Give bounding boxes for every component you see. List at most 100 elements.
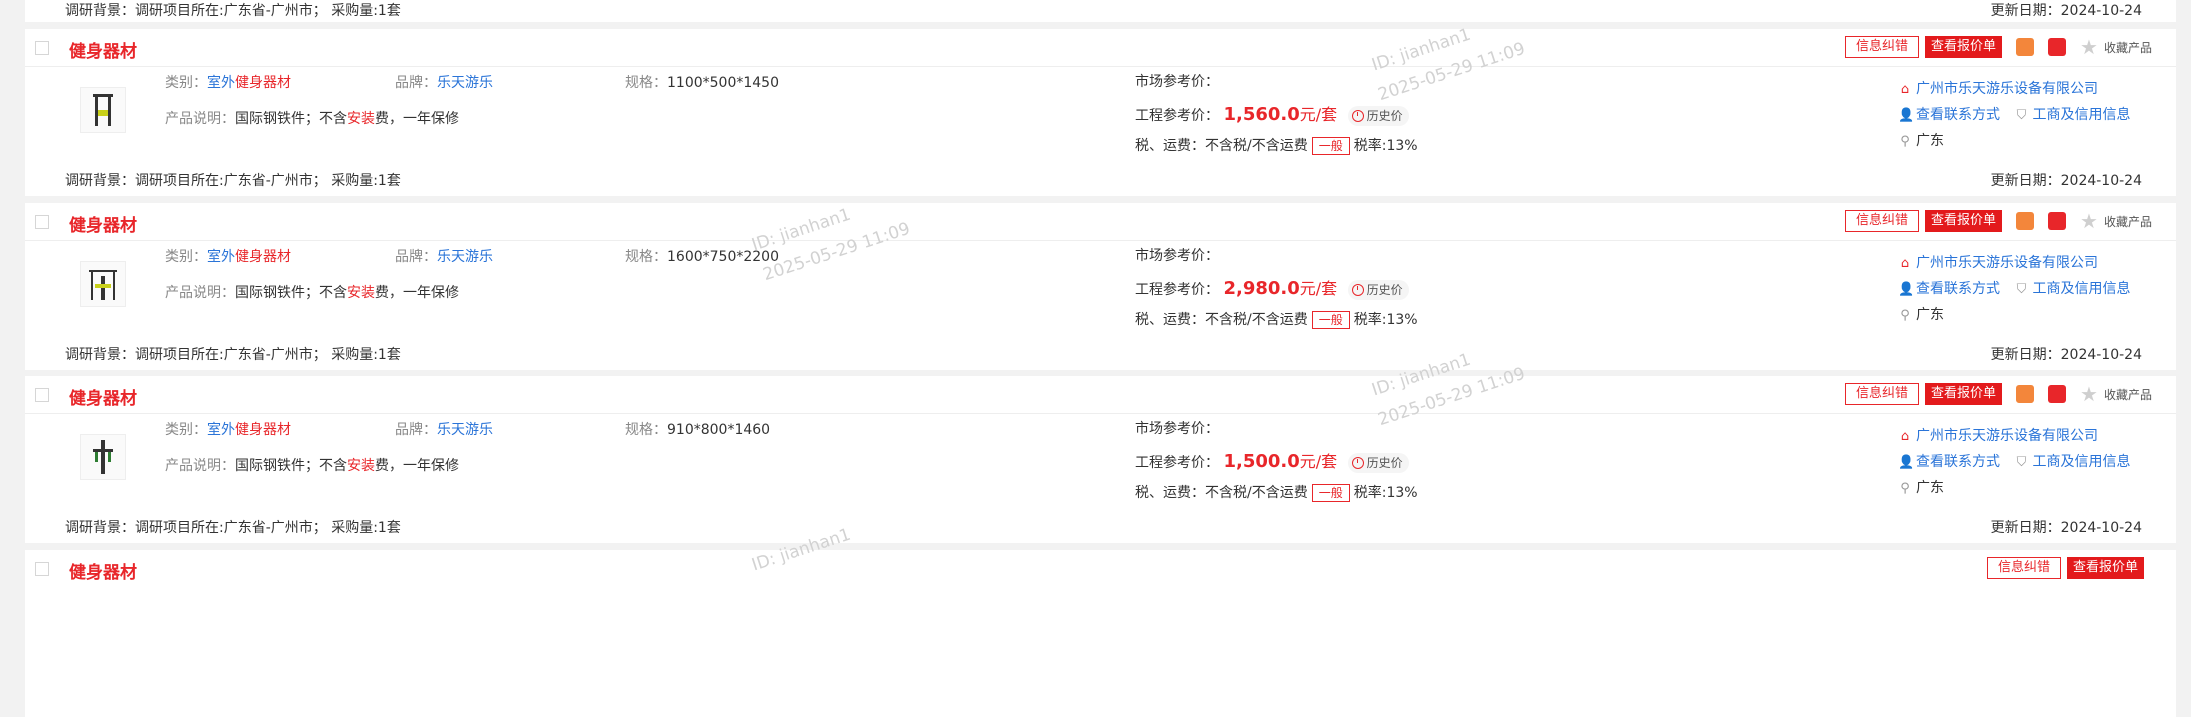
- select-checkbox[interactable]: [35, 388, 49, 402]
- description-field: 产品说明：国际钢铁件；不含安装费，一年保修: [165, 111, 459, 127]
- view-contact-link[interactable]: 查看联系方式: [1916, 281, 2000, 297]
- history-price-button[interactable]: 历史价: [1347, 280, 1409, 300]
- contact-row: 👤 查看联系方式 ⛉ 工商及信用信息: [1898, 104, 2130, 124]
- supplier-name[interactable]: ⌂ 广州市乐天游乐设备有限公司: [1898, 78, 2098, 98]
- card-actions: 信息纠错 查看报价单: [1986, 556, 2152, 580]
- update-date: 更新日期：2024-10-24: [1990, 3, 2142, 19]
- info-correction-button[interactable]: 信息纠错: [1845, 36, 1920, 58]
- star-icon[interactable]: ★: [2080, 384, 2098, 404]
- level-badge: 一般: [1311, 137, 1350, 155]
- history-price-button[interactable]: 历史价: [1347, 453, 1409, 473]
- view-contact-link[interactable]: 查看联系方式: [1916, 107, 2000, 123]
- location-pin-icon: ⚲: [1900, 308, 1910, 323]
- product-thumbnail[interactable]: [80, 261, 126, 307]
- market-ref-price: 市场参考价：: [1135, 421, 1219, 437]
- update-date: 更新日期：2024-10-24: [1990, 520, 2142, 536]
- select-checkbox[interactable]: [35, 562, 49, 576]
- card-header: 健身器材 信息纠错 查看报价单 ★ 收藏产品: [25, 376, 2176, 414]
- brand-field: 品牌：乐天游乐: [395, 422, 493, 438]
- supplier-name[interactable]: ⌂ 广州市乐天游乐设备有限公司: [1898, 252, 2098, 272]
- market-ref-price: 市场参考价：: [1135, 74, 1219, 90]
- card-header: 健身器材 信息纠错 查看报价单 ★ 收藏产品: [25, 203, 2176, 241]
- credit-info-link[interactable]: 工商及信用信息: [2032, 107, 2130, 123]
- favorite-product-label[interactable]: 收藏产品: [2104, 39, 2152, 56]
- result-card-partial-top: 调研背景：调研项目所在:广东省-广州市； 采购量:1套 更新日期：2024-10…: [25, 0, 2176, 22]
- category-field: 类别：室外健身器材: [165, 75, 291, 91]
- level-badge: 一般: [1311, 484, 1350, 502]
- tax-field: 税、运费：不含税/不含运费 一般 税率:13%: [1135, 484, 1418, 502]
- star-icon[interactable]: ★: [2080, 37, 2098, 57]
- shield-icon: ⛉: [2016, 282, 2027, 297]
- brand-field: 品牌：乐天游乐: [395, 249, 493, 265]
- product-title[interactable]: 健身器材: [69, 211, 137, 236]
- shield-icon: ⛉: [2016, 455, 2027, 470]
- star-icon[interactable]: ★: [2080, 211, 2098, 231]
- research-background: 调研背景：调研项目所在:广东省-广州市； 采购量:1套: [65, 520, 401, 536]
- contact-row: 👤 查看联系方式 ⛉ 工商及信用信息: [1898, 278, 2130, 298]
- select-checkbox[interactable]: [35, 215, 49, 229]
- clock-icon: [1351, 110, 1364, 122]
- location-pin-icon: ⚲: [1900, 134, 1910, 149]
- region-field: ⚲ 广东: [1898, 477, 1944, 497]
- region-field: ⚲ 广东: [1898, 304, 1944, 324]
- credit-info-link[interactable]: 工商及信用信息: [2032, 454, 2130, 470]
- view-quote-button[interactable]: 查看报价单: [1925, 210, 2003, 232]
- brand-field: 品牌：乐天游乐: [395, 75, 493, 91]
- contact-row: 👤 查看联系方式 ⛉ 工商及信用信息: [1898, 451, 2130, 471]
- description-field: 产品说明：国际钢铁件；不含安装费，一年保修: [165, 458, 459, 474]
- region-field: ⚲ 广东: [1898, 130, 1944, 150]
- credit-info-link[interactable]: 工商及信用信息: [2032, 281, 2130, 297]
- result-card: 健身器材 信息纠错 查看报价单 ★ 收藏产品 类别：室外健身器材 品牌：乐天游乐…: [25, 376, 2176, 543]
- research-background: 调研背景：调研项目所在:广东省-广州市； 采购量:1套: [65, 347, 401, 363]
- tax-field: 税、运费：不含税/不含运费 一般 税率:13%: [1135, 137, 1418, 155]
- supplier-name[interactable]: ⌂ 广州市乐天游乐设备有限公司: [1898, 425, 2098, 445]
- shield-icon: ⛉: [2016, 108, 2027, 123]
- home-icon: ⌂: [1900, 82, 1910, 97]
- user-icon: 👤: [1898, 108, 1915, 123]
- home-icon: ⌂: [1900, 429, 1910, 444]
- info-correction-button[interactable]: 信息纠错: [1845, 210, 1920, 232]
- research-background: 调研背景：调研项目所在:广东省-广州市； 采购量:1套: [65, 173, 401, 189]
- view-contact-link[interactable]: 查看联系方式: [1916, 454, 2000, 470]
- image-icon[interactable]: [2016, 38, 2035, 56]
- project-ref-price: 工程参考价： 2,980.0元/套 历史价: [1135, 275, 1409, 300]
- card-actions: 信息纠错 查看报价单 ★ 收藏产品: [1845, 35, 2152, 59]
- select-checkbox[interactable]: [35, 41, 49, 55]
- image-icon[interactable]: [2016, 212, 2035, 230]
- user-icon: 👤: [1898, 282, 1915, 297]
- card-header: 健身器材 信息纠错 查看报价单 ★ 收藏产品: [25, 29, 2176, 67]
- download-icon[interactable]: [2048, 385, 2067, 403]
- download-icon[interactable]: [2048, 38, 2067, 56]
- view-quote-button[interactable]: 查看报价单: [2066, 557, 2144, 579]
- view-quote-button[interactable]: 查看报价单: [1925, 383, 2003, 405]
- project-ref-price: 工程参考价： 1,500.0元/套 历史价: [1135, 448, 1409, 473]
- product-title[interactable]: 健身器材: [69, 384, 137, 409]
- product-thumbnail[interactable]: [80, 87, 126, 133]
- update-date: 更新日期：2024-10-24: [1990, 347, 2142, 363]
- favorite-product-label[interactable]: 收藏产品: [2104, 386, 2152, 403]
- card-actions: 信息纠错 查看报价单 ★ 收藏产品: [1845, 209, 2152, 233]
- category-field: 类别：室外健身器材: [165, 422, 291, 438]
- spec-field: 规格：910*800*1460: [625, 422, 771, 438]
- tax-field: 税、运费：不含税/不含运费 一般 税率:13%: [1135, 311, 1418, 329]
- category-field: 类别：室外健身器材: [165, 249, 291, 265]
- product-title[interactable]: 健身器材: [69, 558, 137, 583]
- user-icon: 👤: [1898, 455, 1915, 470]
- favorite-product-label[interactable]: 收藏产品: [2104, 213, 2152, 230]
- view-quote-button[interactable]: 查看报价单: [1925, 36, 2003, 58]
- info-correction-button[interactable]: 信息纠错: [1986, 557, 2061, 579]
- home-icon: ⌂: [1900, 256, 1910, 271]
- download-icon[interactable]: [2048, 212, 2067, 230]
- clock-icon: [1351, 457, 1364, 469]
- result-card-partial-bottom: 健身器材 信息纠错 查看报价单: [25, 550, 2176, 717]
- image-icon[interactable]: [2016, 385, 2035, 403]
- spec-field: 规格：1600*750*2200: [625, 249, 779, 265]
- info-correction-button[interactable]: 信息纠错: [1845, 383, 1920, 405]
- level-badge: 一般: [1311, 311, 1350, 329]
- product-thumbnail[interactable]: [80, 434, 126, 480]
- update-date: 更新日期：2024-10-24: [1990, 173, 2142, 189]
- research-background: 调研背景：调研项目所在:广东省-广州市； 采购量:1套: [65, 3, 401, 19]
- result-card: 健身器材 信息纠错 查看报价单 ★ 收藏产品 类别：室外健身器材 品牌：乐天游乐…: [25, 203, 2176, 370]
- history-price-button[interactable]: 历史价: [1347, 106, 1409, 126]
- product-title[interactable]: 健身器材: [69, 37, 137, 62]
